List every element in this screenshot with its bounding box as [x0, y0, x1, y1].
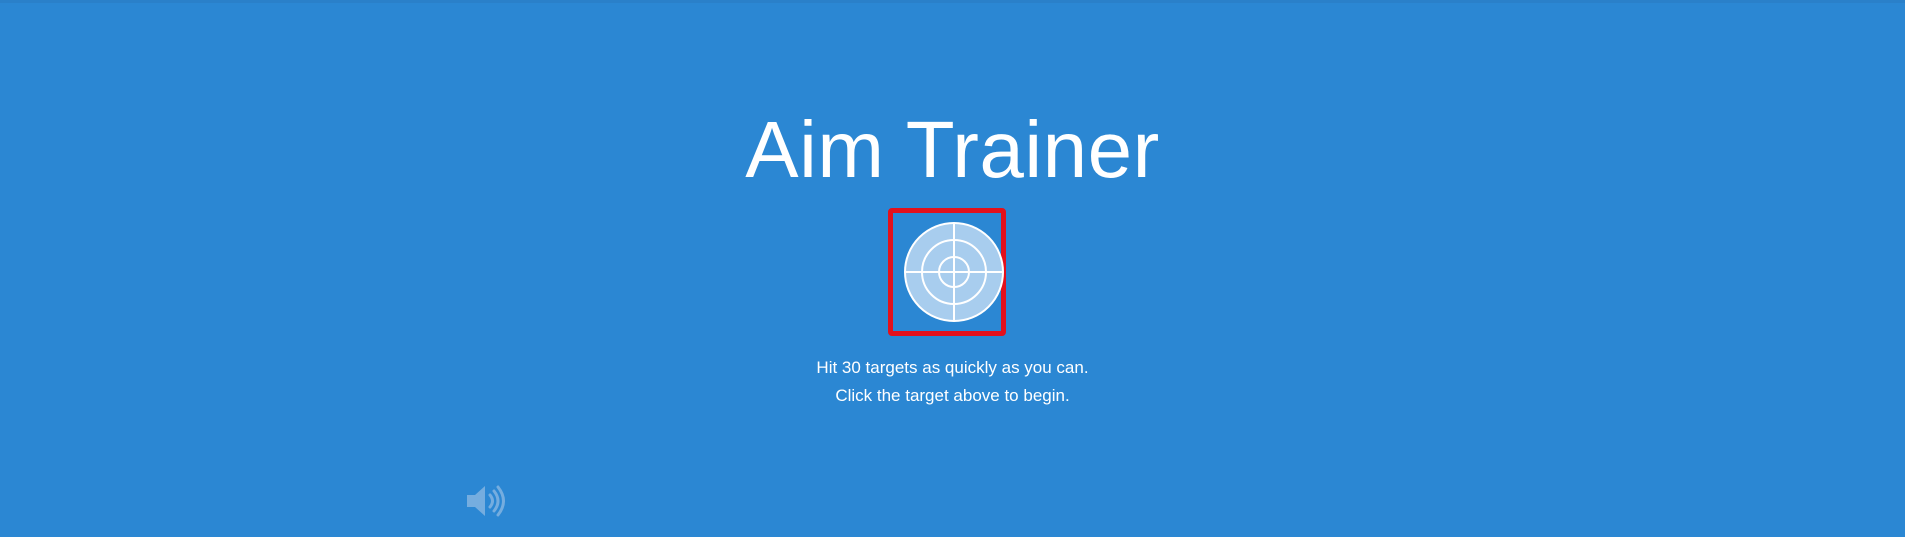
sound-toggle-button[interactable] [465, 482, 509, 520]
target-icon[interactable] [904, 222, 1004, 322]
instruction-line-2: Click the target above to begin. [835, 386, 1070, 405]
aim-trainer-screen: Aim Trainer Hit 30 targets as quickly as… [0, 0, 1905, 537]
instructions: Hit 30 targets as quickly as you can. Cl… [0, 354, 1905, 410]
instruction-line-1: Hit 30 targets as quickly as you can. [816, 358, 1089, 377]
page-title: Aim Trainer [745, 105, 1160, 194]
speaker-volume-icon[interactable] [465, 482, 509, 520]
start-target-button[interactable] [888, 208, 1006, 336]
